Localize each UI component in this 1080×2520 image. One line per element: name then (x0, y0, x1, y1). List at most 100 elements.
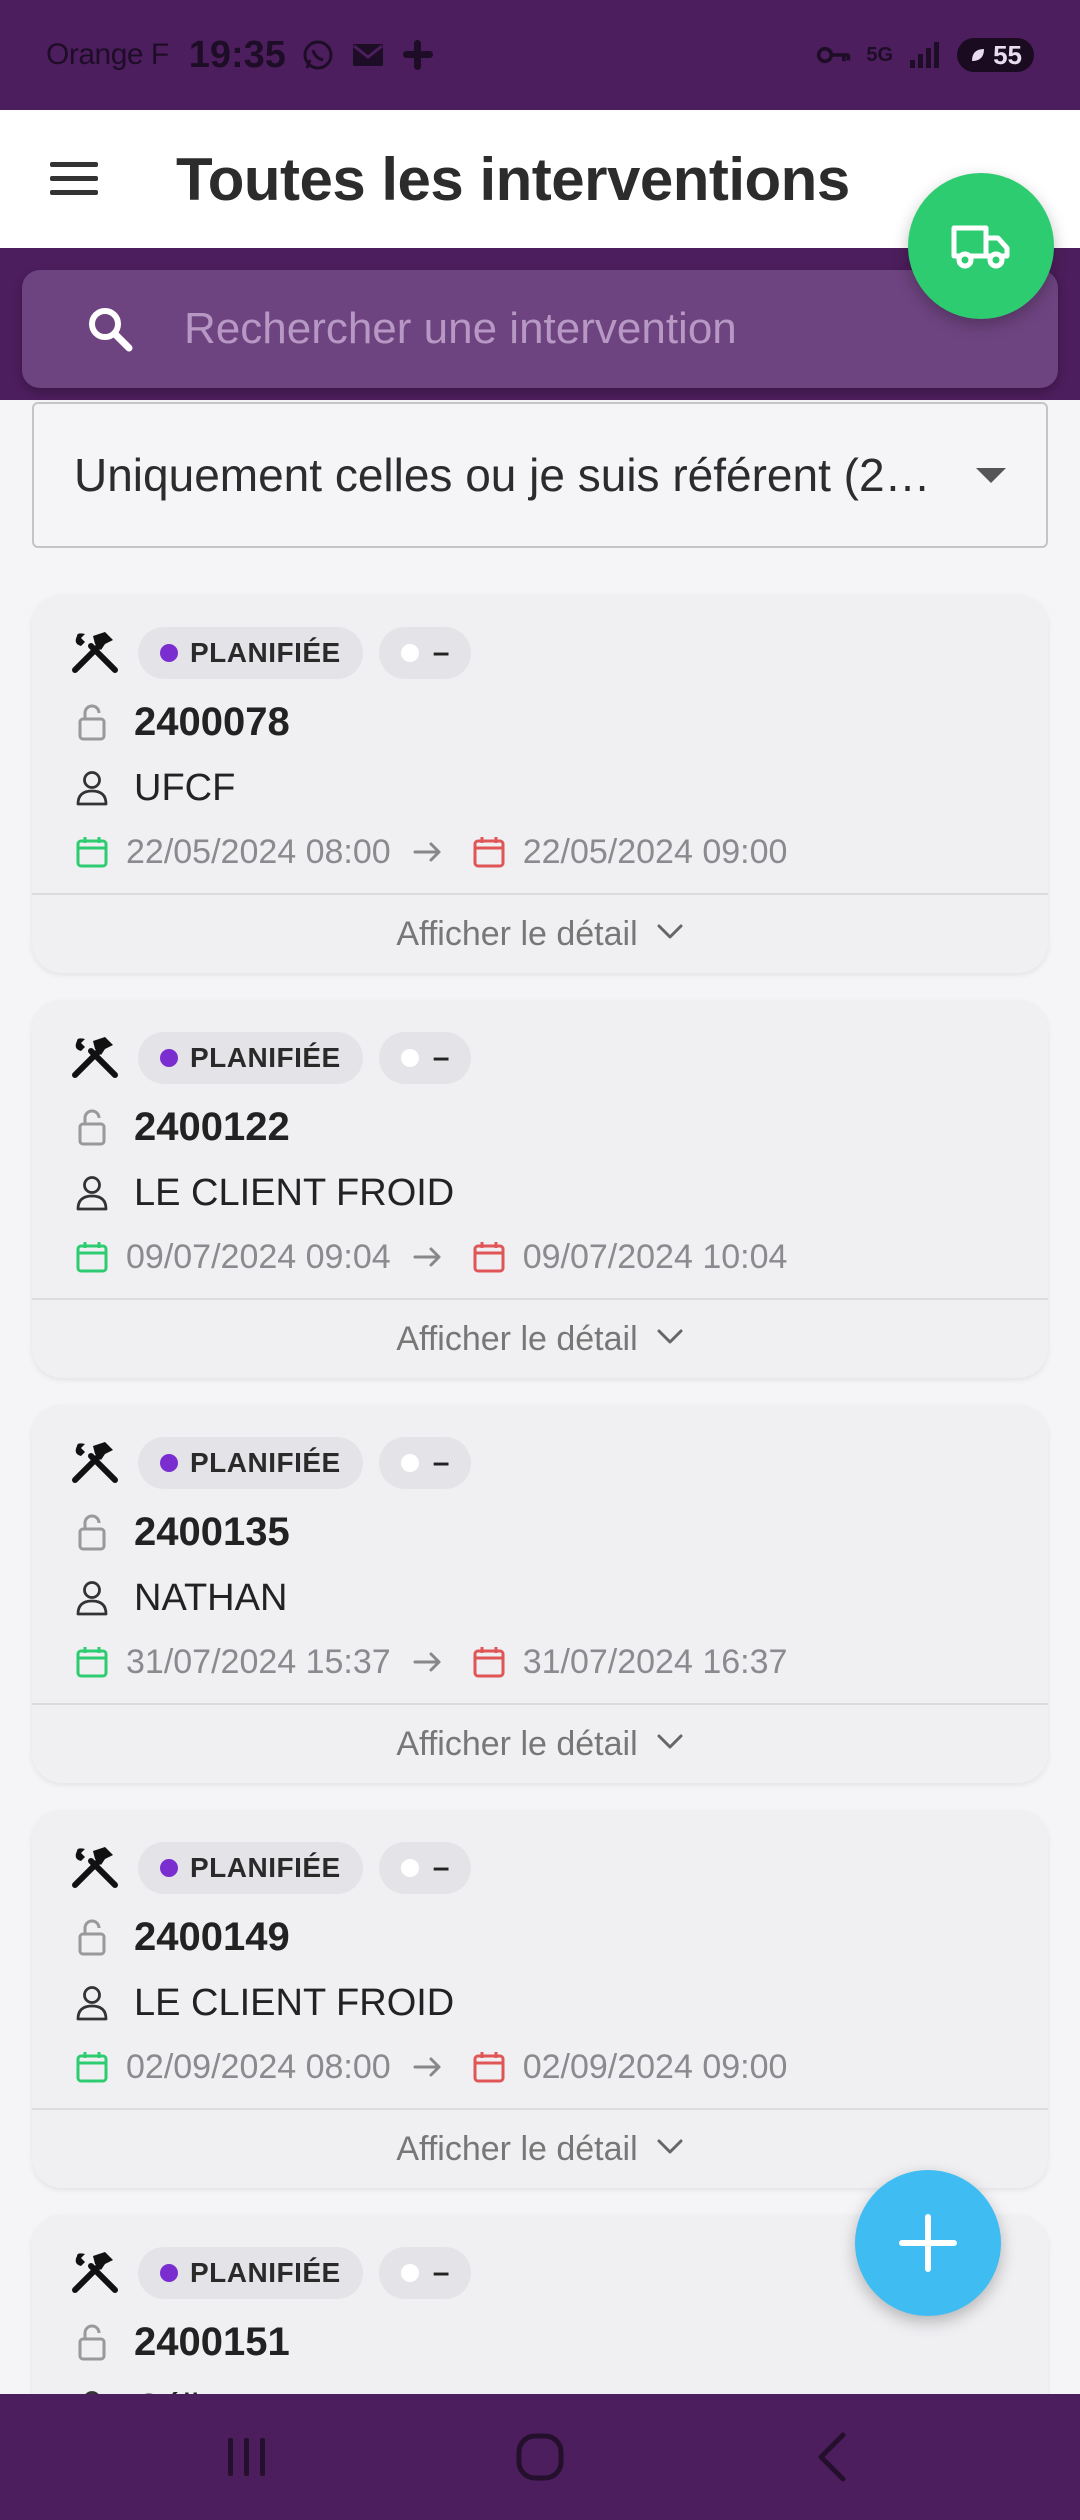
priority-label: – (432, 2256, 450, 2289)
battery-saver-icon (969, 40, 987, 71)
battery-level: 55 (993, 39, 1022, 70)
show-detail-label: Afficher le détail (396, 1724, 638, 1763)
status-label: PLANIFIÉE (190, 1042, 341, 1073)
start-date: 02/09/2024 08:00 (126, 2047, 391, 2086)
status-dot (160, 2264, 178, 2282)
mail-icon (350, 37, 386, 73)
start-calendar-icon (72, 1640, 112, 1684)
show-detail-button[interactable]: Afficher le détail (32, 1298, 1048, 1378)
date-range: 22/05/2024 08:00 22/05/2024 09:00 (68, 827, 1012, 877)
status-label: PLANIFIÉE (190, 2257, 341, 2288)
priority-dot (400, 1454, 419, 1472)
carrier-name: Orange F (46, 38, 169, 71)
tools-icon (68, 1841, 122, 1895)
truck-icon (951, 225, 1010, 269)
status-dot (160, 1859, 178, 1877)
end-calendar-icon (469, 1235, 509, 1279)
end-date: 31/07/2024 16:37 (522, 1642, 788, 1681)
end-date: 22/05/2024 09:00 (522, 832, 788, 871)
start-calendar-icon (72, 2045, 112, 2089)
priority-label: – (432, 1446, 450, 1479)
network-type: 5G (866, 44, 894, 66)
status-label: PLANIFIÉE (190, 1447, 341, 1478)
filter-selected-value: Uniquement celles ou je suis référent (2… (74, 449, 931, 501)
arrow-right-icon (413, 840, 443, 864)
search-icon (80, 299, 140, 359)
end-date: 09/07/2024 10:04 (522, 1237, 788, 1276)
status-label: PLANIFIÉE (190, 637, 341, 668)
chevron-down-icon (656, 1733, 684, 1756)
end-date: 02/09/2024 09:00 (522, 2047, 788, 2086)
status-dot (160, 1454, 178, 1472)
back-button[interactable] (783, 2417, 883, 2497)
referent-filter-select[interactable]: Uniquement celles ou je suis référent (2… (32, 402, 1048, 548)
signal-icon (907, 37, 943, 73)
status-dot (160, 644, 178, 662)
intervention-card[interactable]: PLANIFIÉE – 2400122 LE CLIENT FROID 09/0… (32, 1000, 1048, 1378)
home-icon (516, 2433, 564, 2481)
unlock-icon (72, 1105, 112, 1149)
recent-apps-button[interactable] (197, 2417, 297, 2497)
hamburger-menu-icon (50, 162, 98, 195)
end-calendar-icon (469, 830, 509, 874)
status-badge: PLANIFIÉE (138, 1437, 363, 1489)
plus-icon (899, 2214, 957, 2272)
user-icon (72, 766, 112, 810)
arrow-right-icon (413, 1245, 443, 1269)
menu-button[interactable] (38, 143, 110, 215)
status-label: PLANIFIÉE (190, 1852, 341, 1883)
arrow-right-icon (413, 2055, 443, 2079)
priority-badge: – (378, 2247, 472, 2299)
tools-icon (68, 2246, 122, 2300)
priority-badge: – (378, 1032, 472, 1084)
client-name: NATHAN (134, 1576, 288, 1619)
chevron-down-icon (656, 923, 684, 946)
status-badge: PLANIFIÉE (138, 1032, 363, 1084)
system-nav-bar (0, 2394, 1080, 2520)
status-time: 19:35 (188, 33, 286, 76)
intervention-number: 2400122 (134, 1104, 290, 1149)
show-detail-button[interactable]: Afficher le détail (32, 893, 1048, 973)
unlock-icon (72, 1510, 112, 1554)
tools-icon (68, 626, 122, 680)
search-input[interactable] (184, 304, 1044, 354)
priority-dot (400, 2264, 419, 2282)
intervention-card[interactable]: PLANIFIÉE – 2400135 NATHAN 31/07/2024 15… (32, 1405, 1048, 1783)
unlock-icon (72, 2320, 112, 2364)
date-range: 31/07/2024 15:37 31/07/2024 16:37 (68, 1637, 1012, 1687)
date-range: 02/09/2024 08:00 02/09/2024 09:00 (68, 2042, 1012, 2092)
status-badge: PLANIFIÉE (138, 2247, 363, 2299)
tools-icon (68, 1031, 122, 1085)
add-intervention-button[interactable] (855, 2170, 1001, 2316)
back-icon (818, 2432, 846, 2482)
chevron-down-icon (656, 1328, 684, 1351)
end-calendar-icon (469, 1640, 509, 1684)
date-range: 09/07/2024 09:04 09/07/2024 10:04 (68, 1232, 1012, 1282)
status-bar: Orange F 19:35 5G 55 (0, 0, 1080, 110)
show-detail-button[interactable]: Afficher le détail (32, 1703, 1048, 1783)
status-badge: PLANIFIÉE (138, 1842, 363, 1894)
priority-label: – (432, 636, 450, 669)
priority-dot (400, 1049, 419, 1067)
truck-fab-button[interactable] (908, 173, 1054, 319)
client-name: LE CLIENT FROID (134, 1981, 455, 2024)
user-icon (72, 1981, 112, 2025)
end-calendar-icon (469, 2045, 509, 2089)
intervention-card[interactable]: PLANIFIÉE – 2400149 LE CLIENT FROID 02/0… (32, 1810, 1048, 2188)
show-detail-button[interactable]: Afficher le détail (32, 2108, 1048, 2188)
intervention-number: 2400151 (134, 2319, 290, 2364)
arrow-right-icon (413, 1650, 443, 1674)
status-badge: PLANIFIÉE (138, 627, 363, 679)
home-button[interactable] (490, 2417, 590, 2497)
user-icon (72, 1171, 112, 1215)
search-bar[interactable] (22, 270, 1058, 388)
battery-indicator: 55 (957, 38, 1034, 72)
start-calendar-icon (72, 1235, 112, 1279)
priority-dot (400, 1859, 419, 1877)
show-detail-label: Afficher le détail (396, 2129, 638, 2168)
intervention-card[interactable]: PLANIFIÉE – 2400078 UFCF 22/05/2024 08:0… (32, 595, 1048, 973)
start-date: 09/07/2024 09:04 (126, 1237, 391, 1276)
priority-label: – (432, 1851, 450, 1884)
intervention-number: 2400149 (134, 1914, 290, 1959)
client-name: UFCF (134, 766, 236, 809)
